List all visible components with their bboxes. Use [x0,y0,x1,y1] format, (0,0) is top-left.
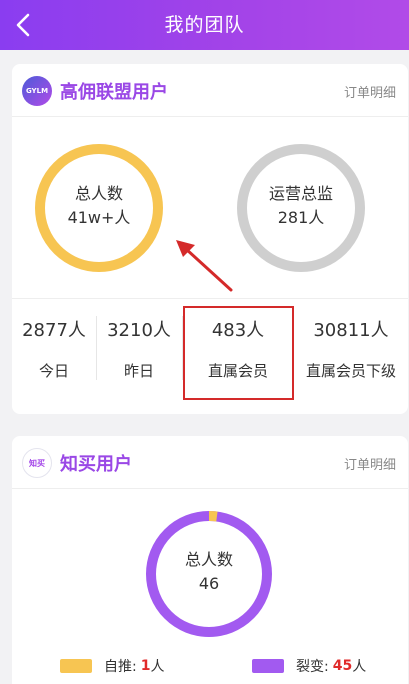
stat-today[interactable]: 2877人 今日 [12,298,96,414]
total-ring-label: 总人数 41w+人 [67,184,131,227]
zhimai-users-card: 知买 知买用户 订单明细 总人数 46 [12,436,408,684]
legend-swatch [60,659,92,673]
card-header: GYLM 高佣联盟用户 订单明细 [12,64,408,116]
stat-direct-member-subordinates[interactable]: 30811人 直属会员下级 [294,298,408,414]
order-details-link[interactable]: 订单明细 [344,82,396,101]
gylm-logo-icon: GYLM [22,76,52,106]
card-title: 知买用户 [60,454,132,475]
annotation-highlight-box [183,306,294,400]
page-title: 我的团队 [164,14,245,36]
card-header: 知买 知买用户 订单明细 [12,436,408,488]
legend-swatch [252,659,284,673]
total-ring-label: 总人数 46 [184,550,233,593]
card-title: 高佣联盟用户 [60,82,168,103]
self-referral-ring-segment [208,511,218,522]
annotation-arrow [184,247,233,292]
order-details-link[interactable]: 订单明细 [344,454,396,473]
zhimai-logo-icon: 知买 [22,448,52,478]
legend-self-referral: 自推: 1 人 [60,656,164,676]
director-ring-label: 运营总监 281人 [268,184,333,227]
stat-yesterday[interactable]: 3210人 昨日 [96,298,182,414]
top-bar: 我的团队 [0,0,409,50]
legend-fission: 裂变: 45 人 [252,656,366,676]
